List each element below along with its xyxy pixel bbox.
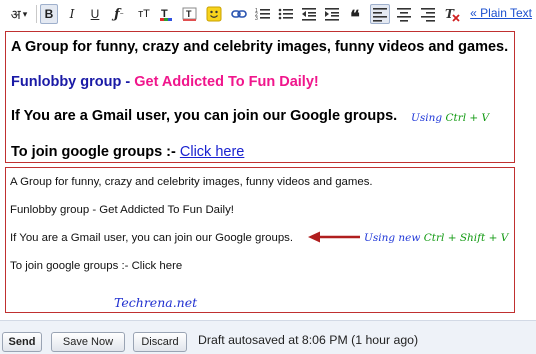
paste-shortcut-annotation: Using Ctrl + V — [411, 112, 489, 124]
annotation-word: Using — [411, 112, 443, 124]
hindi-glyph-icon: अ — [10, 8, 21, 23]
remove-formatting-button[interactable]: T — [443, 4, 461, 24]
align-right-icon — [421, 8, 435, 22]
align-left-button[interactable] — [370, 4, 390, 24]
font-button[interactable]: ƒ ⁻ — [110, 4, 128, 24]
bold-button[interactable]: B — [40, 4, 58, 24]
indent-less-icon — [302, 8, 316, 21]
click-here-link[interactable]: Click here — [180, 144, 244, 160]
send-button[interactable]: Send — [2, 332, 42, 352]
text-color-button[interactable]: T — [158, 4, 176, 24]
plain-line-gmail: If You are a Gmail user, you can join ou… — [10, 232, 294, 244]
smiley-icon — [206, 6, 222, 22]
plain-line-funlobby: Funlobby group - Get Addicted To Fun Dai… — [10, 204, 234, 216]
svg-text:T: T — [186, 9, 192, 19]
highlight-icon: T — [182, 7, 197, 21]
svg-text:3: 3 — [255, 16, 258, 22]
bulleted-list-button[interactable] — [277, 4, 295, 24]
quote-icon: ❝ — [350, 6, 360, 28]
annotation-keys: Ctrl + Shift + V — [423, 232, 509, 244]
rich-line-join: To join google groups :- Click here — [11, 144, 244, 160]
toolbar-divider — [36, 5, 37, 23]
plain-text-link[interactable]: « Plain Text — [470, 6, 532, 20]
numbered-list-button[interactable]: 1 2 3 — [254, 4, 272, 24]
dropdown-arrow-icon: ▾ — [22, 8, 28, 19]
plain-line-group: A Group for funny, crazy and celebrity i… — [10, 176, 373, 188]
rich-text-paste-box[interactable]: A Group for funny, crazy and celebrity i… — [5, 31, 515, 163]
font-size-button[interactable]: тT — [134, 4, 154, 24]
highlight-color-button[interactable]: T — [181, 4, 199, 24]
plain-text-paste-box[interactable]: A Group for funny, crazy and celebrity i… — [5, 167, 515, 313]
remove-formatting-icon: T — [445, 7, 460, 22]
align-center-icon — [397, 8, 411, 22]
italic-button[interactable]: I — [64, 4, 80, 24]
rich-line-group: A Group for funny, crazy and celebrity i… — [11, 39, 509, 55]
numbered-list-icon: 1 2 3 — [255, 8, 270, 22]
rich-line-gmail: If You are a Gmail user, you can join ou… — [11, 108, 398, 124]
indent-more-icon — [325, 8, 339, 21]
annotation-word: Using new — [364, 232, 421, 244]
draft-status: Draft autosaved at 8:06 PM (1 hour ago) — [198, 333, 419, 347]
svg-text:T: T — [445, 7, 455, 21]
input-tools-button[interactable]: अ ▾ — [4, 4, 34, 24]
indent-less-button[interactable] — [300, 4, 318, 24]
compose-bottom-bar: Send Save Now Discard Draft autosaved at… — [0, 320, 536, 354]
annotation-keys: Ctrl + V — [445, 112, 490, 124]
underline-button[interactable]: U — [87, 4, 103, 24]
formatting-toolbar: अ ▾ B I U ƒ ⁻ тT T T 1 2 3 ❝ T « Plain T… — [0, 0, 536, 30]
tagline-highlight: Get Addicted To Fun Daily! — [134, 74, 319, 90]
discard-button[interactable]: Discard — [133, 332, 187, 352]
save-now-button[interactable]: Save Now — [51, 332, 125, 352]
link-icon — [231, 10, 247, 18]
text-color-icon: T — [160, 8, 172, 21]
funlobby-label: Funlobby group - — [11, 74, 135, 90]
align-right-button[interactable] — [419, 4, 437, 24]
bulleted-list-icon — [278, 8, 293, 20]
plain-line-join: To join google groups :- Click here — [10, 260, 183, 272]
align-left-icon — [373, 8, 387, 22]
red-arrow-icon — [308, 231, 360, 243]
insert-link-button[interactable] — [230, 4, 248, 24]
paste-plain-shortcut-annotation: Using new Ctrl + Shift + V — [364, 232, 508, 244]
rich-line-funlobby: Funlobby group - Get Addicted To Fun Dai… — [11, 74, 319, 90]
watermark-text: Techrena.net — [114, 295, 198, 310]
align-center-button[interactable] — [395, 4, 413, 24]
indent-more-button[interactable] — [323, 4, 341, 24]
quote-button[interactable]: ❝ — [346, 4, 364, 28]
join-label: To join google groups :- — [11, 144, 180, 160]
emoticon-button[interactable] — [205, 4, 223, 24]
